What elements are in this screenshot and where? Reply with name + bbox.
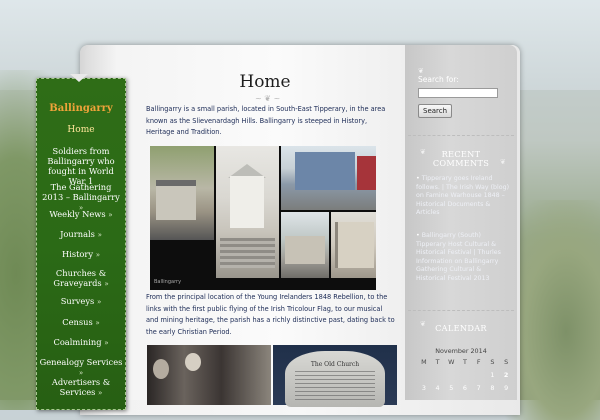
widget-divider [408,135,514,136]
flourish-ornament-icon: ~ ❦ ~ [255,94,281,103]
arrow-right-icon: » [96,298,102,306]
nav-item-surveys[interactable]: Surveys » [39,296,123,307]
photo-village-road [281,212,329,278]
calendar-month: November 2014 [435,347,487,355]
stone-title: The Old Church [310,361,360,368]
photo-old-church-stone[interactable]: The Old Church [273,345,397,407]
nav-item-advertisers[interactable]: Advertisers & Services » [39,377,123,398]
left-navigation: Ballingarry Home Soldiers from Ballingar… [36,78,126,410]
arrow-right-icon: » [95,251,101,259]
recent-comments-title: RECENT COMMENTS [432,149,490,168]
search-label: Search for: [418,75,459,84]
nav-item-coalmining[interactable]: Coalmining » [39,337,123,348]
nav-item-genealogy[interactable]: Genealogy Services » [39,357,123,378]
calendar-table: M T W T F S S 1 2 3 4 5 6 7 8 9 [417,355,513,394]
nav-item-journals[interactable]: Journals » [39,229,123,240]
nav-notch [70,74,88,82]
arrow-right-icon: » [95,319,100,327]
history-paragraph: From the principal location of the Young… [146,293,395,336]
page-title: Home [239,72,291,92]
calendar-weekday-row: M T W T F S S [421,357,509,366]
photo-building [150,146,214,240]
comment-item[interactable]: • Ballingarry (South) Tipperary Host Cul… [416,232,512,283]
widget-divider [408,310,514,311]
calendar-week-row: 3 4 5 6 7 8 9 [421,383,509,392]
arrow-right-icon: » [78,369,84,377]
comment-item[interactable]: • Tipperary goes Ireland follows. | The … [416,175,512,218]
nav-item-weekly-news[interactable]: Weekly News » [39,209,123,220]
arrow-right-icon: » [104,339,109,347]
search-input[interactable] [418,88,498,98]
collage-caption: Ballingarry [154,279,182,285]
arrow-right-icon: » [97,231,102,239]
nav-item-history[interactable]: History » [39,249,123,260]
bullet-icon: • [416,232,420,239]
nav-item-churches[interactable]: Churches & Graveyards » [39,268,123,289]
arrow-right-icon: » [104,280,109,288]
bullet-icon: • [416,175,420,182]
arrow-right-icon: » [98,389,103,397]
photo-miners[interactable] [147,345,271,405]
intro-paragraph: Ballingarry is a small parish, located i… [146,105,386,136]
site-title[interactable]: Ballingarry [37,103,125,114]
nav-item-soldiers[interactable]: Soldiers from Ballingarry who fought in … [39,146,123,186]
calendar-week-row: 1 2 [490,370,509,379]
photo-house [331,212,376,278]
nav-item-census[interactable]: Census » [39,317,123,328]
search-button[interactable]: Search [418,104,453,118]
nav-item-home[interactable]: Home [39,125,123,135]
flourish-ornament-icon: ❦ [500,158,506,166]
photo-collage[interactable]: Ballingarry [150,146,376,290]
photo-street [281,146,376,210]
flourish-ornament-icon: ❦ [418,67,424,75]
arrow-right-icon: » [108,211,113,219]
photo-church [216,146,279,278]
calendar-title: CALENDAR [435,323,487,333]
